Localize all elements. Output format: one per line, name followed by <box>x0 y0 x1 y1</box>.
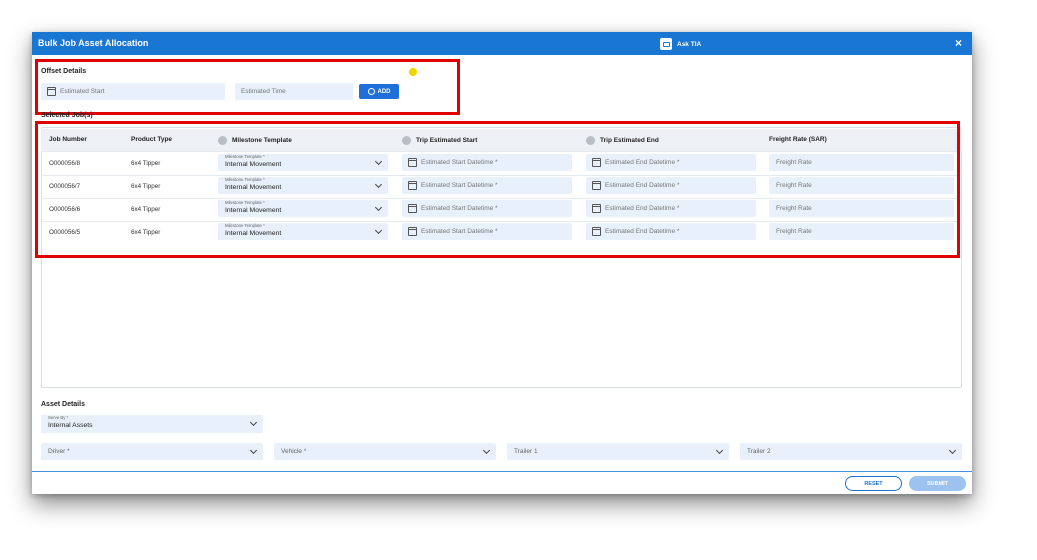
dialog-title: Bulk Job Asset Allocation <box>38 38 149 48</box>
trailer-1-placeholder: Trailer 1 <box>514 448 538 455</box>
selected-jobs-title: Selected Job(s) <box>41 112 93 119</box>
chat-icon <box>660 38 672 50</box>
driver-select[interactable]: Driver * <box>41 443 263 460</box>
chevron-down-icon <box>249 446 258 455</box>
serve-by-select[interactable]: Serve By * Internal Assets <box>41 415 263 433</box>
chevron-down-icon <box>482 446 491 455</box>
ask-tia-label: Ask TIA <box>677 40 702 48</box>
chevron-down-icon <box>249 418 258 427</box>
vehicle-select[interactable]: Vehicle * <box>274 443 496 460</box>
chevron-down-icon <box>715 446 724 455</box>
reset-button[interactable]: RESET <box>845 476 902 491</box>
highlight-box-offset <box>35 59 460 115</box>
serve-by-value: Internal Assets <box>48 422 93 429</box>
vehicle-placeholder: Vehicle * <box>281 448 307 455</box>
trailer-2-select[interactable]: Trailer 2 <box>740 443 962 460</box>
asset-details-title: Asset Details <box>41 401 85 408</box>
dialog-header: Bulk Job Asset Allocation Ask TIA × <box>32 32 972 55</box>
chevron-down-icon <box>948 446 957 455</box>
submit-button[interactable]: SUBMIT <box>909 476 966 491</box>
serve-by-label: Serve By * <box>48 415 69 420</box>
driver-placeholder: Driver * <box>48 448 70 455</box>
footer-divider <box>32 471 972 472</box>
trailer-1-select[interactable]: Trailer 1 <box>507 443 729 460</box>
close-icon[interactable]: × <box>955 36 962 50</box>
highlight-box-jobs <box>35 121 960 258</box>
ask-tia-button[interactable]: Ask TIA <box>660 37 701 51</box>
trailer-2-placeholder: Trailer 2 <box>747 448 771 455</box>
